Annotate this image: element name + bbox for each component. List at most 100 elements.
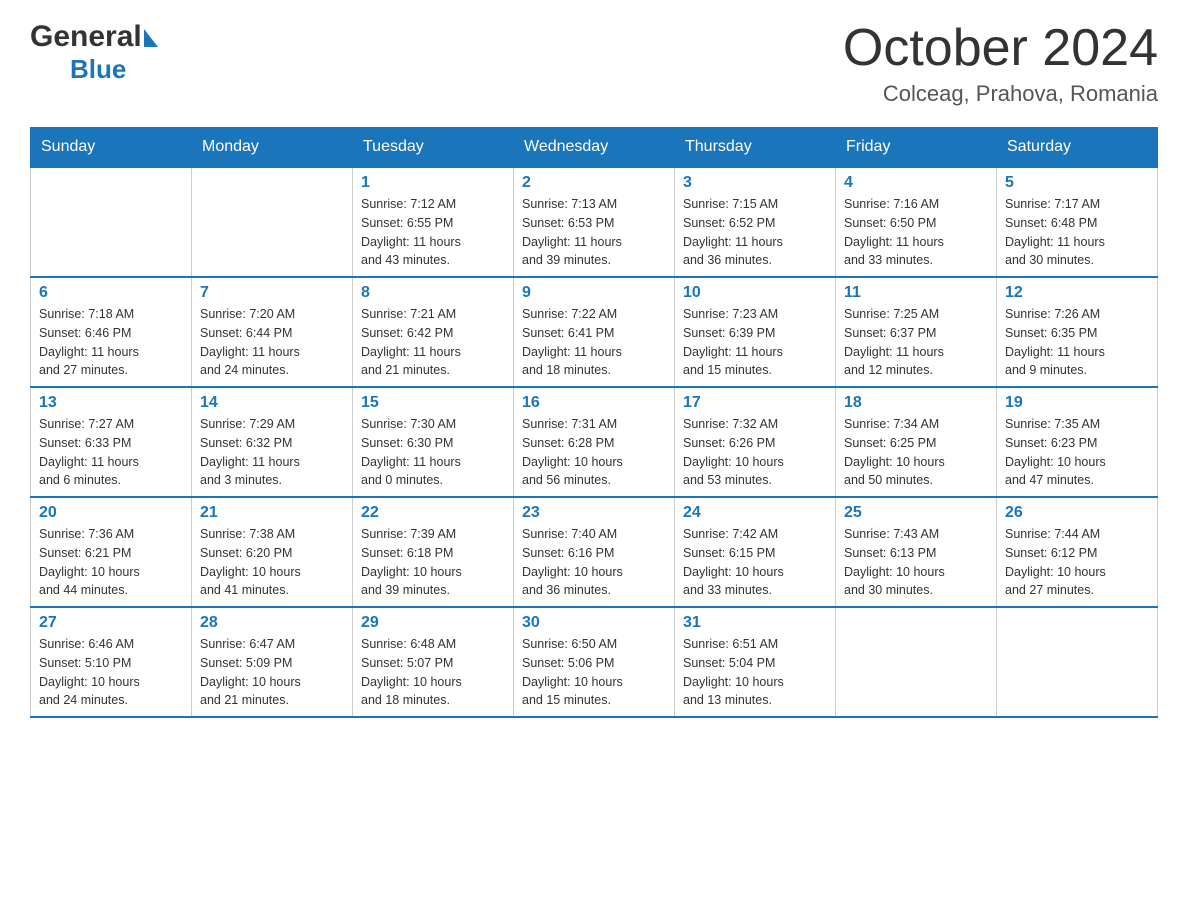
- calendar-week-4: 20Sunrise: 7:36 AM Sunset: 6:21 PM Dayli…: [31, 497, 1158, 607]
- calendar-cell: 21 Sunrise: 7:38 AM Sunset: 6:20 PM Dayli…: [192, 497, 353, 607]
- calendar-cell: 29 Sunrise: 6:48 AM Sunset: 5:07 PM Dayli…: [353, 607, 514, 717]
- day-number: 3: [683, 174, 827, 192]
- calendar-cell: 2Sunrise: 7:13 AM Sunset: 6:53 PM Daylig…: [514, 167, 675, 277]
- day-number: 30: [522, 614, 666, 632]
- day-info: Sunrise: 7:27 AM Sunset: 6:33 PM Dayligh…: [39, 415, 183, 490]
- calendar-week-5: 27Sunrise: 6:46 AM Sunset: 5:10 PM Dayli…: [31, 607, 1158, 717]
- calendar-cell: 15 Sunrise: 7:30 AM Sunset: 6:30 PM Dayli…: [353, 387, 514, 497]
- calendar-cell: 11 Sunrise: 7:25 AM Sunset: 6:37 PM Dayli…: [836, 277, 997, 387]
- day-info: Sunrise: 6:50 AM Sunset: 5:06 PM Dayligh…: [522, 635, 666, 710]
- day-number: 21: [200, 504, 344, 522]
- calendar-cell: 18Sunrise: 7:34 AM Sunset: 6:25 PM Dayli…: [836, 387, 997, 497]
- day-number: 5: [1005, 174, 1149, 192]
- day-info: Sunrise: 7:25 AM Sunset: 6:37 PM Dayligh…: [844, 305, 988, 380]
- calendar-cell: 30 Sunrise: 6:50 AM Sunset: 5:06 PM Dayli…: [514, 607, 675, 717]
- day-number: 25: [844, 504, 988, 522]
- day-number: 28: [200, 614, 344, 632]
- day-info: Sunrise: 7:20 AM Sunset: 6:44 PM Dayligh…: [200, 305, 344, 380]
- logo-general-text: General: [30, 20, 142, 54]
- calendar-cell: 26Sunrise: 7:44 AM Sunset: 6:12 PM Dayli…: [997, 497, 1158, 607]
- calendar-cell: 22Sunrise: 7:39 AM Sunset: 6:18 PM Dayli…: [353, 497, 514, 607]
- day-number: 12: [1005, 284, 1149, 302]
- calendar-cell: [31, 167, 192, 277]
- day-info: Sunrise: 7:13 AM Sunset: 6:53 PM Dayligh…: [522, 195, 666, 270]
- calendar-header-row: SundayMondayTuesdayWednesdayThursdayFrid…: [31, 128, 1158, 168]
- day-header-monday: Monday: [192, 128, 353, 168]
- logo-arrow-icon: [144, 29, 158, 47]
- day-number: 9: [522, 284, 666, 302]
- day-info: Sunrise: 7:43 AM Sunset: 6:13 PM Dayligh…: [844, 525, 988, 600]
- calendar-cell: 14Sunrise: 7:29 AM Sunset: 6:32 PM Dayli…: [192, 387, 353, 497]
- day-number: 31: [683, 614, 827, 632]
- calendar-cell: 6Sunrise: 7:18 AM Sunset: 6:46 PM Daylig…: [31, 277, 192, 387]
- day-info: Sunrise: 7:15 AM Sunset: 6:52 PM Dayligh…: [683, 195, 827, 270]
- calendar-cell: 19 Sunrise: 7:35 AM Sunset: 6:23 PM Dayli…: [997, 387, 1158, 497]
- day-number: 19: [1005, 394, 1149, 412]
- day-header-saturday: Saturday: [997, 128, 1158, 168]
- calendar-cell: 7 Sunrise: 7:20 AM Sunset: 6:44 PM Daylig…: [192, 277, 353, 387]
- day-info: Sunrise: 7:42 AM Sunset: 6:15 PM Dayligh…: [683, 525, 827, 600]
- day-number: 13: [39, 394, 183, 412]
- day-number: 17: [683, 394, 827, 412]
- day-number: 16: [522, 394, 666, 412]
- calendar-subtitle: Colceag, Prahova, Romania: [843, 81, 1158, 107]
- calendar-cell: 25 Sunrise: 7:43 AM Sunset: 6:13 PM Dayli…: [836, 497, 997, 607]
- day-info: Sunrise: 7:21 AM Sunset: 6:42 PM Dayligh…: [361, 305, 505, 380]
- calendar-cell: [192, 167, 353, 277]
- day-info: Sunrise: 7:23 AM Sunset: 6:39 PM Dayligh…: [683, 305, 827, 380]
- calendar-cell: 12 Sunrise: 7:26 AM Sunset: 6:35 PM Dayli…: [997, 277, 1158, 387]
- calendar-cell: 16Sunrise: 7:31 AM Sunset: 6:28 PM Dayli…: [514, 387, 675, 497]
- day-info: Sunrise: 7:16 AM Sunset: 6:50 PM Dayligh…: [844, 195, 988, 270]
- calendar-cell: 31 Sunrise: 6:51 AM Sunset: 5:04 PM Dayli…: [675, 607, 836, 717]
- calendar-cell: 27Sunrise: 6:46 AM Sunset: 5:10 PM Dayli…: [31, 607, 192, 717]
- day-header-sunday: Sunday: [31, 128, 192, 168]
- day-number: 11: [844, 284, 988, 302]
- day-number: 22: [361, 504, 505, 522]
- day-header-wednesday: Wednesday: [514, 128, 675, 168]
- calendar-cell: 5 Sunrise: 7:17 AM Sunset: 6:48 PM Daylig…: [997, 167, 1158, 277]
- calendar-cell: 4Sunrise: 7:16 AM Sunset: 6:50 PM Daylig…: [836, 167, 997, 277]
- day-info: Sunrise: 7:17 AM Sunset: 6:48 PM Dayligh…: [1005, 195, 1149, 270]
- day-info: Sunrise: 7:35 AM Sunset: 6:23 PM Dayligh…: [1005, 415, 1149, 490]
- calendar-cell: 8 Sunrise: 7:21 AM Sunset: 6:42 PM Daylig…: [353, 277, 514, 387]
- calendar-cell: 23 Sunrise: 7:40 AM Sunset: 6:16 PM Dayli…: [514, 497, 675, 607]
- calendar-cell: 10 Sunrise: 7:23 AM Sunset: 6:39 PM Dayli…: [675, 277, 836, 387]
- day-number: 20: [39, 504, 183, 522]
- day-number: 23: [522, 504, 666, 522]
- calendar-week-3: 13 Sunrise: 7:27 AM Sunset: 6:33 PM Dayli…: [31, 387, 1158, 497]
- day-info: Sunrise: 7:30 AM Sunset: 6:30 PM Dayligh…: [361, 415, 505, 490]
- day-number: 8: [361, 284, 505, 302]
- day-info: Sunrise: 7:38 AM Sunset: 6:20 PM Dayligh…: [200, 525, 344, 600]
- day-info: Sunrise: 7:22 AM Sunset: 6:41 PM Dayligh…: [522, 305, 666, 380]
- day-number: 29: [361, 614, 505, 632]
- calendar-cell: 20Sunrise: 7:36 AM Sunset: 6:21 PM Dayli…: [31, 497, 192, 607]
- day-info: Sunrise: 7:40 AM Sunset: 6:16 PM Dayligh…: [522, 525, 666, 600]
- calendar-cell: 24Sunrise: 7:42 AM Sunset: 6:15 PM Dayli…: [675, 497, 836, 607]
- calendar-cell: [836, 607, 997, 717]
- day-number: 10: [683, 284, 827, 302]
- day-info: Sunrise: 7:12 AM Sunset: 6:55 PM Dayligh…: [361, 195, 505, 270]
- day-info: Sunrise: 7:34 AM Sunset: 6:25 PM Dayligh…: [844, 415, 988, 490]
- page-header: General Blue October 2024 Colceag, Praho…: [30, 20, 1158, 107]
- logo: General Blue: [30, 20, 158, 85]
- day-number: 6: [39, 284, 183, 302]
- day-number: 14: [200, 394, 344, 412]
- calendar-week-2: 6Sunrise: 7:18 AM Sunset: 6:46 PM Daylig…: [31, 277, 1158, 387]
- logo-blue-text: Blue: [30, 54, 126, 85]
- day-number: 15: [361, 394, 505, 412]
- calendar-cell: 17 Sunrise: 7:32 AM Sunset: 6:26 PM Dayli…: [675, 387, 836, 497]
- day-info: Sunrise: 6:47 AM Sunset: 5:09 PM Dayligh…: [200, 635, 344, 710]
- day-info: Sunrise: 7:26 AM Sunset: 6:35 PM Dayligh…: [1005, 305, 1149, 380]
- day-info: Sunrise: 6:51 AM Sunset: 5:04 PM Dayligh…: [683, 635, 827, 710]
- calendar-cell: 28 Sunrise: 6:47 AM Sunset: 5:09 PM Dayli…: [192, 607, 353, 717]
- day-number: 7: [200, 284, 344, 302]
- day-info: Sunrise: 7:32 AM Sunset: 6:26 PM Dayligh…: [683, 415, 827, 490]
- calendar-week-1: 1Sunrise: 7:12 AM Sunset: 6:55 PM Daylig…: [31, 167, 1158, 277]
- day-info: Sunrise: 7:44 AM Sunset: 6:12 PM Dayligh…: [1005, 525, 1149, 600]
- day-info: Sunrise: 6:48 AM Sunset: 5:07 PM Dayligh…: [361, 635, 505, 710]
- title-section: October 2024 Colceag, Prahova, Romania: [843, 20, 1158, 107]
- calendar-cell: 13 Sunrise: 7:27 AM Sunset: 6:33 PM Dayli…: [31, 387, 192, 497]
- calendar-title: October 2024: [843, 20, 1158, 77]
- calendar-cell: 9 Sunrise: 7:22 AM Sunset: 6:41 PM Daylig…: [514, 277, 675, 387]
- calendar-cell: [997, 607, 1158, 717]
